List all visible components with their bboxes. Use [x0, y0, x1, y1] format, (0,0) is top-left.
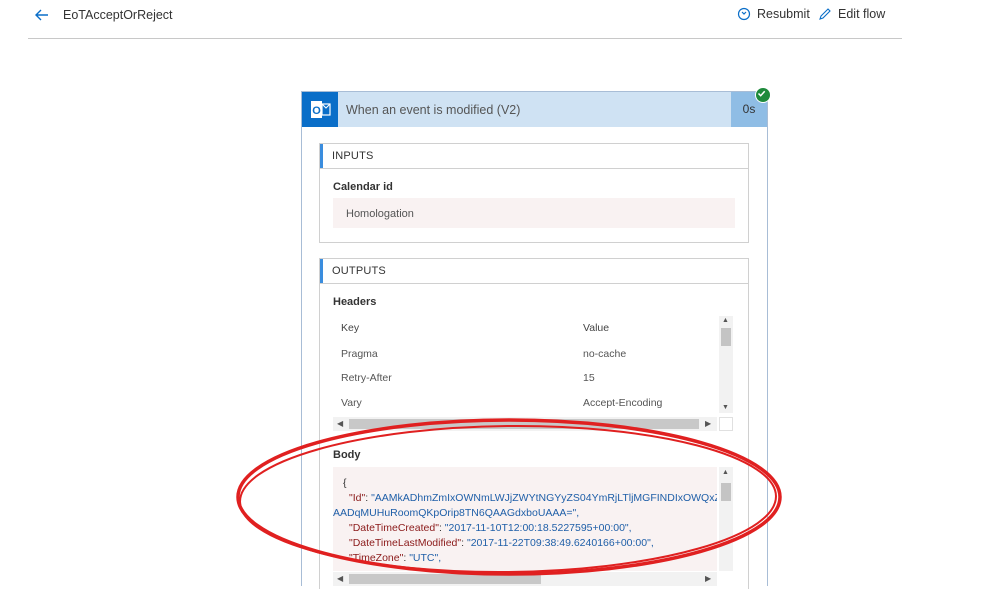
resubmit-button[interactable]: Resubmit — [737, 7, 810, 21]
scroll-up-icon[interactable]: ▲ — [722, 317, 729, 325]
outputs-section: OUTPUTS Headers Key Value Pragma no-cach… — [319, 258, 749, 589]
inputs-title: INPUTS — [332, 150, 374, 162]
scroll-right-icon[interactable]: ▶ — [705, 574, 711, 584]
scrollbar-thumb[interactable] — [721, 483, 731, 501]
scroll-left-icon[interactable]: ◀ — [337, 574, 343, 584]
back-arrow-icon[interactable] — [33, 6, 51, 24]
top-divider — [28, 38, 902, 39]
table-row-value: Accept-Encoding — [583, 397, 663, 409]
scroll-down-icon[interactable]: ▼ — [722, 404, 729, 412]
headers-vertical-scrollbar[interactable]: ▲ ▼ — [719, 316, 733, 413]
top-bar: EoTAcceptOrReject Resubmit Edit flow — [0, 0, 999, 34]
edit-flow-button[interactable]: Edit flow — [818, 7, 885, 21]
json-value: "UTC", — [409, 552, 442, 564]
calendar-id-label: Calendar id — [333, 181, 393, 193]
scrollbar-thumb[interactable] — [349, 574, 541, 584]
outputs-title: OUTPUTS — [332, 265, 386, 277]
json-open-brace: { — [343, 477, 347, 489]
json-key: "Id" — [349, 492, 366, 504]
card-header[interactable]: O When an event is modified (V2) 0s — [302, 92, 767, 127]
scrollbar-corner — [719, 417, 733, 431]
edit-flow-label: Edit flow — [838, 7, 886, 21]
inputs-section: INPUTS Calendar id Homologation — [319, 143, 749, 243]
resubmit-label: Resubmit — [757, 7, 810, 21]
table-row-key: Pragma — [341, 348, 378, 360]
json-key: "TimeZone" — [349, 552, 404, 564]
json-value: "AAMkADhmZmIxOWNmLWJjZWYtNGYyZS04YmRjLTl… — [371, 492, 717, 504]
json-value: AADqMUHuRoomQKpOrip8TN6QAAGdxboUAAA=", — [333, 507, 580, 519]
headers-table: Key Value Pragma no-cache Retry-After 15… — [333, 316, 717, 416]
scroll-up-icon[interactable]: ▲ — [722, 469, 729, 476]
json-value: "2017-11-10T12:00:18.5227595+00:00", — [444, 522, 632, 534]
svg-text:O: O — [312, 105, 321, 117]
section-accent — [320, 144, 323, 168]
scrollbar-thumb[interactable] — [721, 328, 731, 346]
body-label: Body — [333, 449, 361, 461]
run-action-card: O When an event is modified (V2) 0s INPU… — [301, 87, 771, 589]
resubmit-icon — [737, 7, 751, 21]
scrollbar-thumb[interactable] — [349, 419, 699, 429]
success-check-icon — [755, 87, 771, 103]
scroll-right-icon[interactable]: ▶ — [705, 419, 711, 429]
card-title: When an event is modified (V2) — [346, 103, 521, 117]
table-row-value: 15 — [583, 372, 595, 384]
table-row-value: no-cache — [583, 348, 627, 360]
calendar-id-value: Homologation — [346, 208, 414, 220]
body-horizontal-scrollbar[interactable]: ◀ ▶ — [333, 572, 717, 586]
pencil-icon — [819, 8, 831, 20]
column-header-value: Value — [583, 322, 610, 334]
flow-title: EoTAcceptOrReject — [63, 8, 173, 22]
json-key: "DateTimeLastModified" — [349, 537, 462, 549]
column-header-key: Key — [341, 322, 360, 334]
json-key: "DateTimeCreated" — [349, 522, 439, 534]
body-vertical-scrollbar[interactable]: ▲ — [719, 467, 733, 571]
outlook-icon: O — [302, 92, 338, 127]
section-accent — [320, 259, 323, 283]
table-row-key: Retry-After — [341, 372, 392, 384]
headers-label: Headers — [333, 296, 377, 308]
calendar-id-value-box[interactable]: Homologation — [333, 198, 735, 228]
scroll-left-icon[interactable]: ◀ — [337, 419, 343, 429]
table-row-key: Vary — [341, 397, 362, 409]
body-json-viewer[interactable]: { "Id": "AAMkADhmZmIxOWNmLWJjZWYtNGYyZS0… — [333, 467, 717, 571]
outputs-header[interactable]: OUTPUTS — [320, 259, 748, 284]
inputs-header[interactable]: INPUTS — [320, 144, 748, 169]
headers-horizontal-scrollbar[interactable]: ◀ ▶ — [333, 417, 717, 431]
json-value: "2017-11-22T09:38:49.6240166+00:00", — [466, 537, 654, 549]
